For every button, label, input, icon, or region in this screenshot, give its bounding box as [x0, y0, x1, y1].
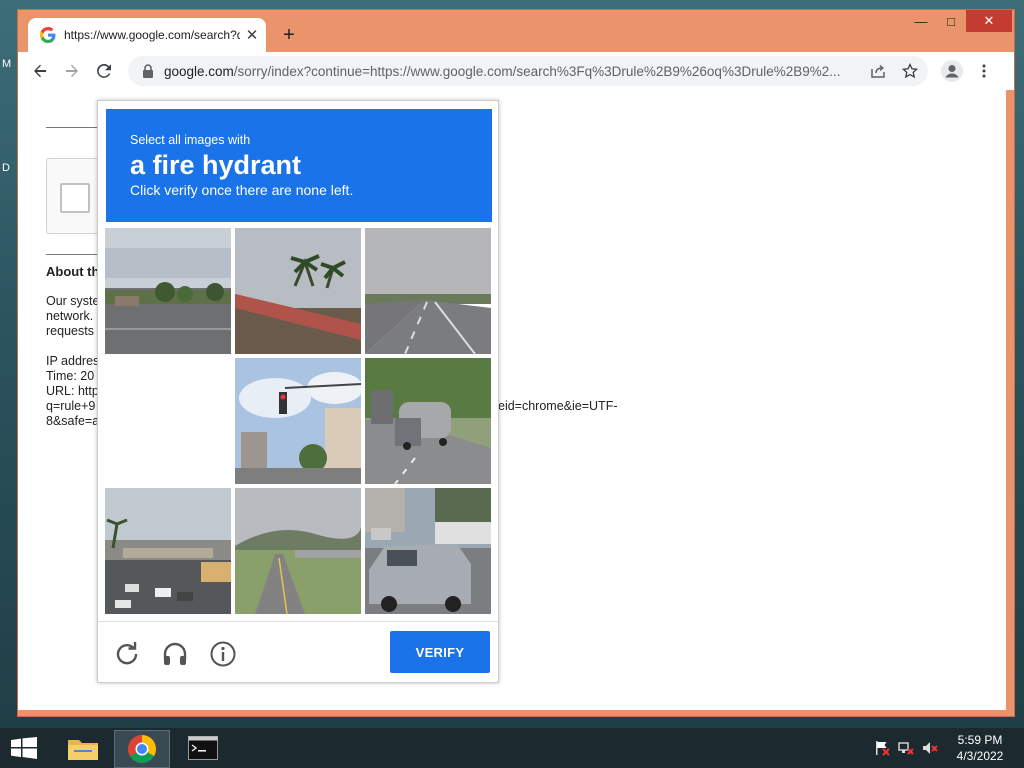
challenge-instruction: Select all images with [130, 133, 251, 147]
taskbar-terminal[interactable] [176, 730, 230, 766]
reload-icon [97, 64, 111, 78]
close-window-button[interactable]: ✕ [966, 10, 1012, 32]
url-tail-text: eid=chrome&ie=UTF- [498, 399, 618, 413]
volume-muted-icon[interactable] [922, 740, 938, 756]
url-host: google.com [164, 63, 234, 79]
clock-date: 4/3/2022 [956, 749, 1004, 763]
browser-toolbar: google.com/sorry/index?continue=https://… [18, 52, 1014, 90]
about-heading: About th [46, 264, 100, 279]
forward-button[interactable] [60, 59, 84, 83]
url-line: URL: http [46, 384, 99, 398]
address-bar[interactable]: google.com/sorry/index?continue=https://… [128, 56, 928, 86]
image-tile[interactable] [365, 228, 491, 354]
star-icon [902, 63, 918, 79]
roof-with-palm-trees-image [235, 228, 361, 354]
image-grid [105, 228, 493, 616]
image-tile[interactable] [105, 488, 231, 614]
challenge-target: a fire hydrant [130, 150, 302, 180]
url-line: q=rule+9 [46, 399, 96, 413]
more-vertical-icon [982, 64, 986, 78]
tanker-truck-road-image [365, 358, 491, 484]
url-text: google.com/sorry/index?continue=https://… [164, 64, 884, 79]
tab-close-icon[interactable]: ✕ [244, 27, 260, 44]
taskbar: 5:59 PM 4/3/2022 [0, 728, 1024, 768]
share-icon [871, 64, 885, 78]
arrow-right-icon [66, 64, 78, 78]
page-paragraph: Our syste network. requests [46, 294, 100, 339]
image-tile[interactable] [365, 488, 491, 614]
paragraph-line: Our syste [46, 294, 100, 308]
bookmark-button[interactable] [898, 59, 922, 83]
tab-title: https://www.google.com/search?q [64, 28, 240, 42]
network-icon[interactable] [898, 740, 914, 756]
footer-divider [98, 621, 498, 622]
recaptcha-checkbox[interactable] [60, 183, 90, 213]
chrome-logo-icon [128, 735, 156, 763]
image-tile[interactable] [235, 488, 361, 614]
time-line: Time: 20 [46, 369, 95, 383]
reload-button[interactable] [92, 59, 116, 83]
url-path: /sorry/index?continue=https://www.google… [233, 63, 841, 79]
verify-button[interactable]: VERIFY [390, 631, 490, 673]
browser-tab[interactable]: https://www.google.com/search?q ✕ [28, 18, 266, 52]
audio-challenge-button[interactable] [160, 639, 190, 669]
paragraph-line: requests [46, 324, 94, 338]
overpass-traffic-image [105, 488, 231, 614]
blank-loading-image [105, 358, 231, 484]
image-tile[interactable] [235, 228, 361, 354]
lock-icon [143, 64, 153, 78]
folder-icon [68, 740, 98, 760]
clock-time: 5:59 PM [957, 733, 1003, 747]
url-line: 8&safe=a [46, 414, 100, 428]
minimize-button[interactable]: — [906, 10, 936, 32]
image-tile[interactable] [105, 358, 231, 484]
image-tile[interactable] [365, 358, 491, 484]
road-with-hills-image [235, 488, 361, 614]
maximize-button[interactable]: □ [936, 10, 966, 32]
traffic-light-buildings-image [235, 358, 361, 484]
system-clock[interactable]: 5:59 PM 4/3/2022 [948, 732, 1012, 764]
recaptcha-checkbox-widget[interactable] [46, 158, 100, 234]
windows-logo-icon [11, 737, 37, 759]
profile-avatar-icon [941, 60, 963, 82]
request-info: IP addres Time: 20 URL: http q=rule+9 8&… [46, 354, 99, 429]
new-tab-button[interactable]: + [278, 24, 300, 46]
help-button[interactable] [208, 639, 238, 669]
image-tile[interactable] [235, 358, 361, 484]
paragraph-line: network. [46, 309, 94, 323]
taskbar-chrome[interactable] [114, 730, 170, 768]
start-button[interactable] [0, 730, 48, 766]
reload-challenge-button[interactable] [112, 639, 142, 669]
terminal-icon [188, 736, 218, 760]
empty-highway-image [365, 228, 491, 354]
menu-button[interactable] [972, 59, 996, 83]
recaptcha-challenge: Select all images with a fire hydrant Cl… [97, 100, 499, 683]
share-button[interactable] [866, 59, 890, 83]
taskbar-file-explorer[interactable] [56, 730, 110, 766]
action-center-flag-icon[interactable] [874, 740, 890, 756]
arrow-left-icon [34, 64, 46, 78]
desktop-icon-label: D [2, 162, 10, 174]
white-van-image [365, 488, 491, 614]
profile-button[interactable] [940, 59, 964, 83]
image-tile[interactable] [105, 228, 231, 354]
headphones-icon [163, 642, 187, 665]
ip-address-line: IP addres [46, 354, 100, 368]
refresh-icon [116, 642, 138, 665]
challenge-banner: Select all images with a fire hydrant Cl… [106, 109, 492, 222]
tab-strip: https://www.google.com/search?q ✕ + — □ … [18, 10, 1014, 52]
info-icon [210, 641, 236, 667]
challenge-hint: Click verify once there are none left. [130, 182, 354, 198]
desktop-icon-label: M [2, 58, 12, 70]
google-favicon-icon [40, 27, 56, 43]
back-button[interactable] [28, 59, 52, 83]
street-with-trees-image [105, 228, 231, 354]
